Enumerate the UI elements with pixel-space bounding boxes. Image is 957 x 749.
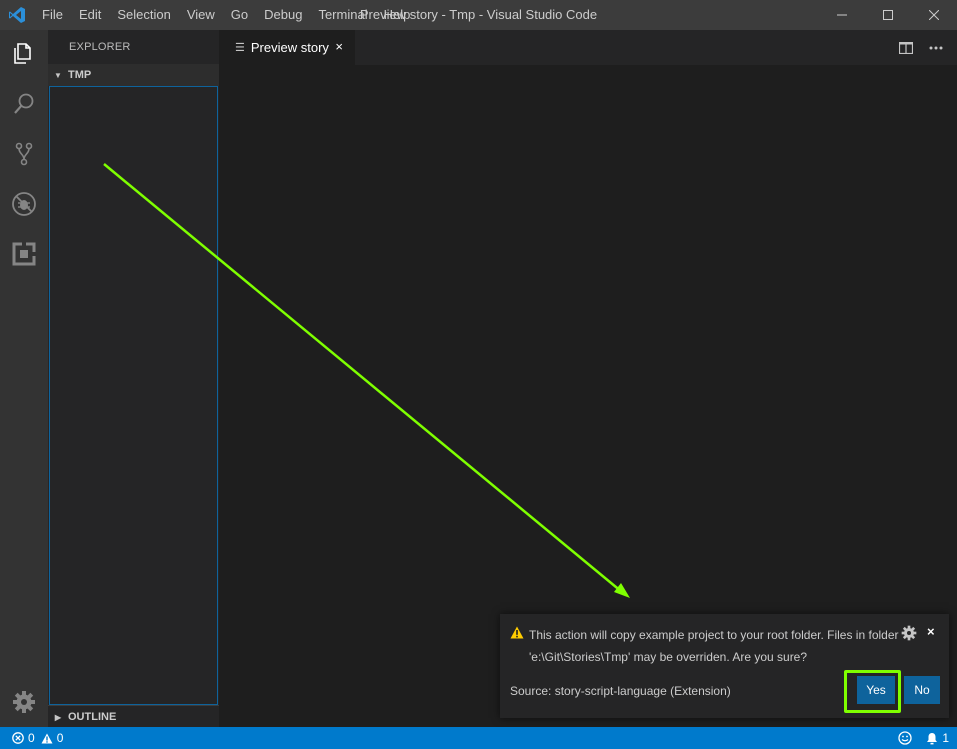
menu-terminal[interactable]: Terminal bbox=[310, 0, 375, 30]
outline-section-header[interactable]: ▶ OUTLINE bbox=[48, 705, 219, 727]
editor-tab-bar: ☰ Preview story × bbox=[219, 30, 957, 65]
manage-activity-button[interactable] bbox=[0, 678, 48, 726]
window-controls bbox=[819, 0, 957, 30]
vscode-logo-icon bbox=[9, 7, 25, 23]
tab-close-button[interactable]: × bbox=[335, 39, 343, 54]
no-button[interactable]: No bbox=[904, 676, 940, 704]
menu-file[interactable]: File bbox=[34, 0, 71, 30]
feedback-button[interactable] bbox=[898, 731, 912, 745]
minimize-icon bbox=[837, 14, 847, 16]
status-bar: 0 0 1 bbox=[0, 727, 957, 749]
notification-close-button[interactable]: × bbox=[927, 624, 935, 639]
source-control-activity-button[interactable] bbox=[0, 130, 48, 178]
file-tree[interactable] bbox=[49, 86, 218, 705]
explorer-activity-button[interactable] bbox=[0, 30, 48, 78]
extensions-icon bbox=[12, 242, 36, 266]
chevron-down-icon: ▼ bbox=[54, 71, 62, 80]
menu-bar: File Edit Selection View Go Debug Termin… bbox=[34, 0, 418, 30]
sidebar-title: EXPLORER bbox=[69, 41, 131, 53]
menu-edit[interactable]: Edit bbox=[71, 0, 109, 30]
preview-lines-icon: ☰ bbox=[235, 42, 245, 54]
outline-label: OUTLINE bbox=[68, 711, 117, 723]
notification-count: 1 bbox=[942, 731, 949, 745]
minimize-button[interactable] bbox=[819, 0, 865, 30]
settings-gear-icon bbox=[13, 691, 35, 713]
files-icon bbox=[14, 43, 31, 64]
smiley-icon bbox=[898, 731, 912, 745]
problems-status[interactable]: 0 0 bbox=[12, 727, 63, 749]
close-icon bbox=[929, 10, 939, 20]
chevron-right-icon: ▶ bbox=[54, 713, 62, 722]
warning-status-icon bbox=[41, 733, 53, 743]
editor-actions bbox=[891, 30, 951, 65]
warning-count: 0 bbox=[56, 731, 64, 745]
menu-view[interactable]: View bbox=[179, 0, 223, 30]
notification-settings-icon[interactable] bbox=[901, 625, 917, 641]
ellipsis-icon bbox=[929, 46, 943, 49]
folder-name: TMP bbox=[68, 69, 92, 81]
extensions-activity-button[interactable] bbox=[0, 230, 48, 278]
notification-toast: This action will copy example project to… bbox=[500, 614, 949, 718]
split-editor-icon bbox=[899, 41, 913, 54]
maximize-button[interactable] bbox=[865, 0, 911, 30]
explorer-sidebar: EXPLORER ▼ TMP ▶ OUTLINE bbox=[48, 30, 219, 727]
bell-icon bbox=[927, 732, 938, 744]
status-right: 1 bbox=[898, 727, 949, 749]
search-icon bbox=[14, 93, 34, 114]
tab-preview-story[interactable]: ☰ Preview story × bbox=[219, 30, 355, 65]
tab-label: Preview story bbox=[250, 40, 329, 55]
notification-source: Source: story-script-language (Extension… bbox=[510, 684, 731, 698]
title-bar: File Edit Selection View Go Debug Termin… bbox=[0, 0, 957, 30]
close-window-button[interactable] bbox=[911, 0, 957, 30]
folder-section-header[interactable]: ▼ TMP bbox=[48, 64, 219, 86]
activity-bar bbox=[0, 30, 48, 727]
search-activity-button[interactable] bbox=[0, 80, 48, 128]
more-actions-button[interactable] bbox=[921, 30, 951, 65]
source-control-icon bbox=[15, 142, 33, 166]
menu-help[interactable]: Help bbox=[376, 0, 419, 30]
debug-icon bbox=[12, 192, 36, 216]
debug-activity-button[interactable] bbox=[0, 180, 48, 228]
maximize-icon bbox=[883, 10, 893, 20]
error-icon bbox=[12, 732, 24, 744]
warning-icon bbox=[510, 626, 524, 639]
notification-message: This action will copy example project to… bbox=[529, 628, 899, 664]
vscode-window: File Edit Selection View Go Debug Termin… bbox=[0, 0, 957, 749]
error-count: 0 bbox=[28, 731, 35, 745]
menu-debug[interactable]: Debug bbox=[256, 0, 310, 30]
yes-button[interactable]: Yes bbox=[857, 676, 895, 704]
split-editor-button[interactable] bbox=[891, 30, 921, 65]
menu-go[interactable]: Go bbox=[223, 0, 256, 30]
menu-selection[interactable]: Selection bbox=[109, 0, 178, 30]
notifications-button[interactable]: 1 bbox=[926, 731, 949, 745]
